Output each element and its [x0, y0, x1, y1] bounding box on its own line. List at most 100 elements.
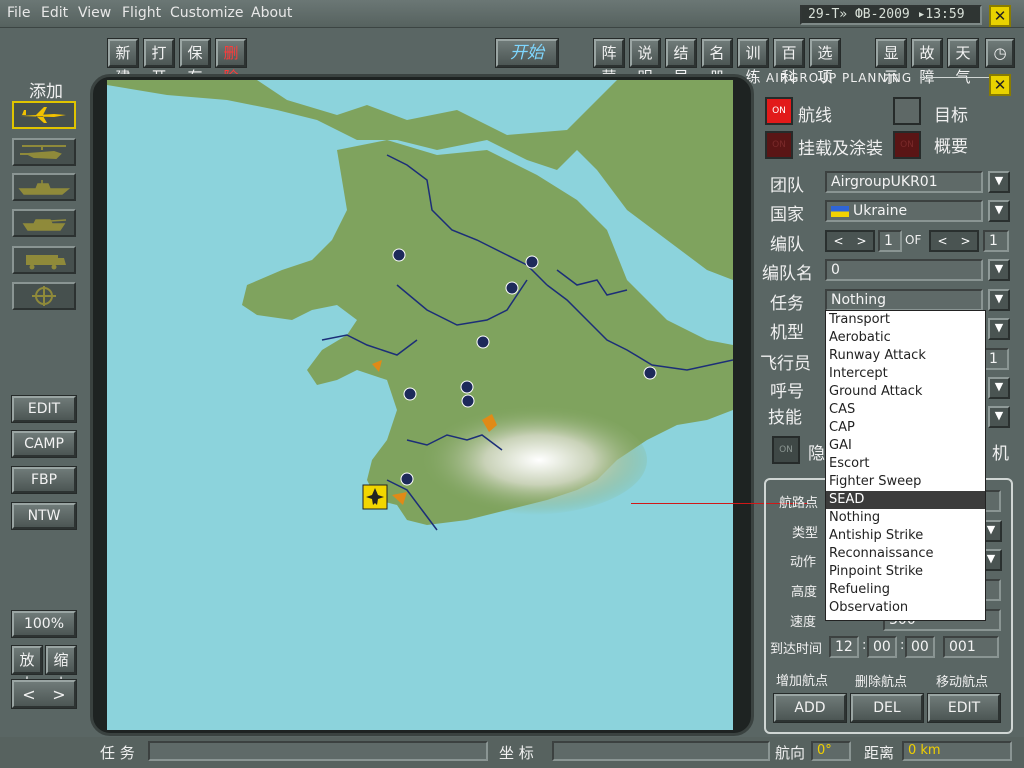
aircraft-type-dropdown-button[interactable]: ▼ — [988, 318, 1010, 340]
add-ship-button[interactable] — [12, 173, 76, 201]
distance-label: 距离 — [864, 744, 895, 762]
edit-mode-button[interactable]: EDIT — [12, 396, 76, 422]
arrival-ms-field[interactable]: 001 — [943, 636, 999, 658]
target-toggle[interactable] — [893, 97, 921, 125]
explain-button[interactable]: 说明 — [630, 39, 660, 86]
mission-option[interactable]: Fighter Sweep — [826, 473, 985, 491]
mission-option[interactable]: GAI — [826, 437, 985, 455]
menu-about[interactable]: About — [251, 5, 292, 21]
mission-option[interactable]: Nothing — [826, 509, 985, 527]
hidden-toggle[interactable]: ON — [772, 436, 800, 464]
formation-of-field[interactable]: 1 — [983, 230, 1009, 252]
zoom-level-button[interactable]: 100% — [12, 611, 76, 637]
mission-option[interactable]: Antiship Strike — [826, 527, 985, 545]
edit-waypoint-button[interactable]: EDIT — [928, 694, 1000, 722]
arrival-hour-field[interactable]: 12 — [829, 636, 859, 658]
weather-button[interactable]: 天气 — [948, 39, 978, 86]
mission-option[interactable]: Refueling — [826, 581, 985, 599]
arrival-minute-field[interactable]: 00 — [867, 636, 897, 658]
coord-label: 坐 标 — [499, 744, 534, 762]
formation-name-dropdown-button[interactable]: ▼ — [988, 259, 1010, 281]
failure-button[interactable]: 故障 — [912, 39, 942, 86]
mission-map[interactable] — [107, 80, 733, 730]
crimea-map-svg[interactable] — [107, 80, 733, 730]
result-button[interactable]: 结局 — [666, 39, 696, 86]
action-label: 动作 — [790, 555, 817, 570]
save-button[interactable]: 保存 — [180, 39, 210, 86]
mission-dropdown-button[interactable]: ▼ — [988, 289, 1010, 311]
menu-file[interactable]: File — [7, 5, 30, 21]
formation-label: 编队 — [770, 235, 804, 255]
task-field — [148, 741, 488, 761]
loadout-toggle[interactable]: ON — [765, 131, 793, 159]
roster-button[interactable]: 名册 — [702, 39, 732, 86]
add-waypoint-button[interactable]: ADD — [774, 694, 846, 722]
mission-option[interactable]: CAP — [826, 419, 985, 437]
new-button[interactable]: 新建 — [108, 39, 138, 86]
display-button[interactable]: 显示 — [876, 39, 906, 86]
camp-button[interactable]: 阵营 — [594, 39, 624, 86]
mission-option[interactable]: Transport — [826, 311, 985, 329]
mission-option[interactable]: Pinpoint Strike — [826, 563, 985, 581]
options-button[interactable]: 选项 — [810, 39, 840, 86]
callsign-dropdown-button[interactable]: ▼ — [988, 377, 1010, 399]
country-dropdown-button[interactable]: ▼ — [988, 200, 1010, 222]
ntw-mode-button[interactable]: NTW — [12, 503, 76, 529]
menu-customize[interactable]: Customize — [170, 5, 244, 21]
pan-left-icon[interactable]: < — [22, 685, 35, 704]
delete-button[interactable]: 删除 — [216, 39, 246, 86]
add-tank-button[interactable] — [12, 209, 76, 237]
mission-option[interactable]: Reconnaissance — [826, 545, 985, 563]
add-target-button[interactable] — [12, 282, 76, 310]
skill-dropdown-button[interactable]: ▼ — [988, 406, 1010, 428]
country-field[interactable]: Ukraine — [825, 200, 983, 222]
formation-name-field[interactable]: 0 — [825, 259, 983, 281]
mission-option[interactable]: CAS — [826, 401, 985, 419]
fbp-mode-button[interactable]: FBP — [12, 467, 76, 493]
menu-view[interactable]: View — [78, 5, 111, 21]
mission-option[interactable]: Ground Attack — [826, 383, 985, 401]
wiki-button[interactable]: 百科 — [774, 39, 804, 86]
close-app-button[interactable]: ✕ — [989, 5, 1011, 27]
arrival-second-field[interactable]: 00 — [905, 636, 935, 658]
zoom-out-button[interactable]: 缩小 — [46, 646, 76, 693]
group-dropdown-button[interactable]: ▼ — [988, 171, 1010, 193]
start-button[interactable]: 开始 — [496, 39, 558, 67]
pan-arrows[interactable]: < > — [12, 680, 76, 708]
pilot-field[interactable]: 1 — [983, 348, 1009, 370]
summary-toggle[interactable]: ON — [893, 131, 921, 159]
zoom-in-button[interactable]: 放大 — [12, 646, 42, 693]
formation-of-arrows[interactable]: < > — [929, 230, 979, 252]
formation-field[interactable]: 1 — [878, 230, 902, 252]
clock-button[interactable]: ◷ — [986, 39, 1014, 67]
mission-option[interactable]: Escort — [826, 455, 985, 473]
mission-option[interactable]: Runway Attack — [826, 347, 985, 365]
formation-of-prev-icon[interactable]: < — [937, 234, 947, 248]
mission-option[interactable]: Aerobatic — [826, 329, 985, 347]
formation-arrows[interactable]: < > — [825, 230, 875, 252]
mission-option[interactable]: SEAD — [826, 491, 985, 509]
group-field[interactable]: AirgroupUKR01 — [825, 171, 983, 193]
delete-waypoint-button[interactable]: DEL — [851, 694, 923, 722]
mission-option[interactable]: Intercept — [826, 365, 985, 383]
add-helicopter-button[interactable] — [12, 138, 76, 166]
hidden-suffix-label: 机 — [992, 444, 1009, 464]
camp-mode-button[interactable]: CAMP — [12, 431, 76, 457]
close-panel-button[interactable]: ✕ — [989, 74, 1011, 96]
menu-edit[interactable]: Edit — [41, 5, 68, 21]
formation-of-next-icon[interactable]: > — [960, 234, 970, 248]
add-truck-button[interactable] — [12, 246, 76, 274]
add-aircraft-button[interactable] — [12, 101, 76, 129]
menu-flight[interactable]: Flight — [122, 5, 161, 21]
pan-right-icon[interactable]: > — [52, 685, 65, 704]
open-button[interactable]: 打开 — [144, 39, 174, 86]
mission-option[interactable]: Observation — [826, 599, 985, 617]
mission-label: 任务 — [770, 294, 804, 314]
mission-field[interactable]: Nothing — [825, 289, 983, 311]
route-toggle[interactable]: ON — [765, 97, 793, 125]
formation-prev-icon[interactable]: < — [833, 234, 843, 248]
formation-next-icon[interactable]: > — [856, 234, 866, 248]
train-button[interactable]: 训练 — [738, 39, 768, 86]
of-label: OF — [905, 233, 922, 247]
mission-dropdown-list[interactable]: Transport Aerobatic Runway Attack Intercept… — [825, 310, 986, 621]
